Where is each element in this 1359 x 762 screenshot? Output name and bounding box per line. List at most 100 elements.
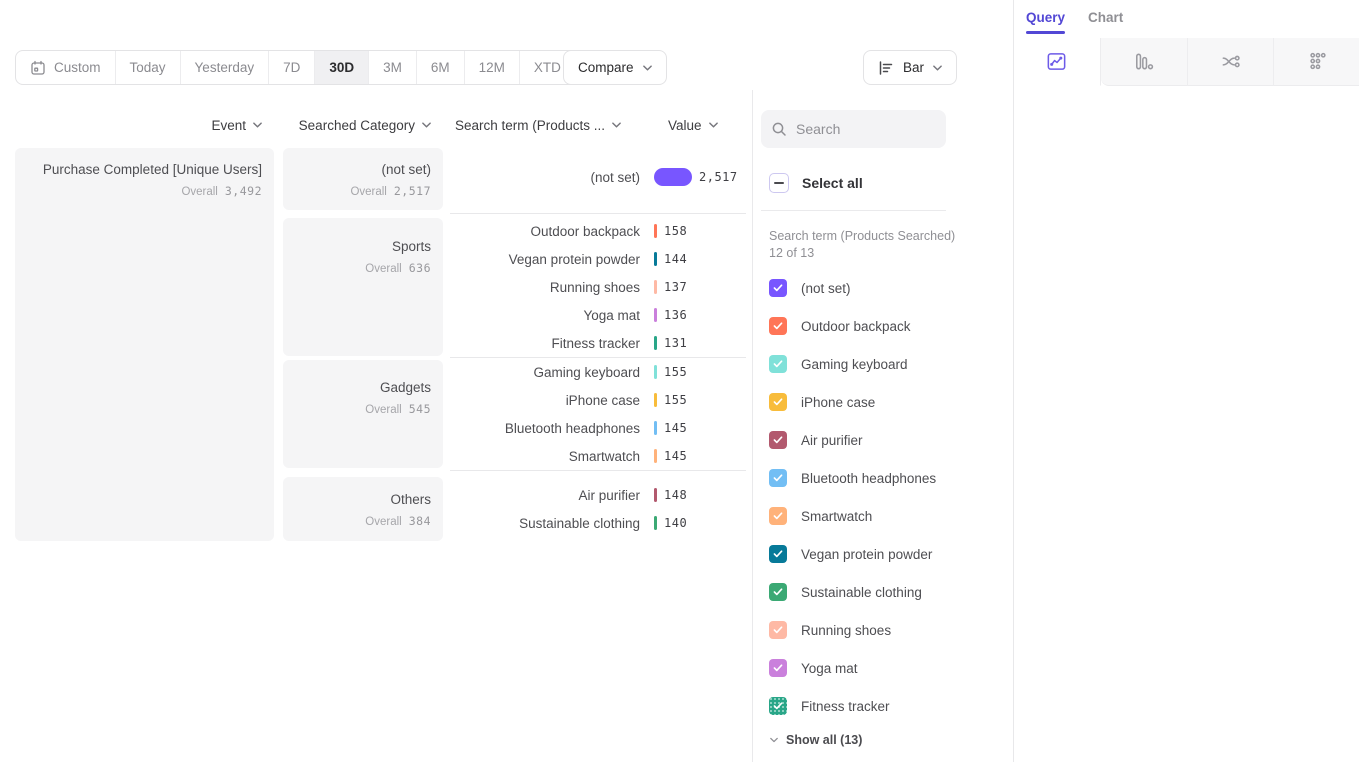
retention-icon	[1306, 50, 1329, 73]
legend-item[interactable]: Yoga mat	[769, 659, 936, 677]
value-text: 155	[664, 393, 687, 407]
term-label: Sustainable clothing	[450, 516, 640, 531]
legend-item-label: Sustainable clothing	[801, 585, 922, 600]
category-cell[interactable]: (not set) Overall 2,517	[283, 148, 443, 210]
checkbox-checked[interactable]	[769, 279, 787, 297]
checkbox-checked[interactable]	[769, 317, 787, 335]
chevron-down-icon	[422, 122, 431, 128]
category-overall: Overall 384	[283, 514, 431, 528]
table-row[interactable]: iPhone case 155	[450, 386, 750, 414]
checkbox-checked[interactable]	[769, 659, 787, 677]
term-label: Bluetooth headphones	[450, 421, 640, 436]
checkbox-checked[interactable]	[769, 621, 787, 639]
column-header-searched-category[interactable]: Searched Category	[283, 116, 443, 134]
table-row[interactable]: Sustainable clothing 140	[450, 509, 750, 537]
legend-item[interactable]: Running shoes	[769, 621, 936, 639]
category-overall: Overall 636	[283, 261, 431, 275]
tab-funnels[interactable]	[1101, 38, 1187, 86]
checkbox-checked[interactable]	[769, 393, 787, 411]
column-header-event[interactable]: Event	[15, 116, 274, 134]
term-rows-group: Gaming keyboard 155 iPhone case 155 Blue…	[450, 358, 750, 470]
select-all[interactable]: Select all	[769, 173, 863, 193]
term-rows-group: Air purifier 148 Sustainable clothing 14…	[450, 481, 750, 537]
legend-item-label: Gaming keyboard	[801, 357, 908, 372]
legend-list: (not set) Outdoor backpack Gaming keyboa…	[769, 279, 936, 715]
date-range-today[interactable]: Today	[115, 51, 180, 84]
overall-value: 3,492	[225, 184, 262, 198]
legend-item[interactable]: (not set)	[769, 279, 936, 297]
category-cell[interactable]: Sports Overall 636	[283, 218, 443, 356]
checkbox-checked[interactable]	[769, 583, 787, 601]
value-text: 131	[664, 336, 687, 350]
legend-item[interactable]: Fitness tracker	[769, 697, 936, 715]
legend-item[interactable]: Air purifier	[769, 431, 936, 449]
tab-retention[interactable]	[1273, 38, 1359, 86]
legend-item[interactable]: Smartwatch	[769, 507, 936, 525]
select-all-checkbox-indeterminate[interactable]	[769, 173, 789, 193]
table-row[interactable]: Yoga mat 136	[450, 301, 750, 329]
table-row[interactable]: (not set) 2,517	[450, 163, 750, 191]
tab-flows[interactable]	[1187, 38, 1274, 86]
table-row[interactable]: Gaming keyboard 155	[450, 358, 750, 386]
table-row[interactable]: Smartwatch 145	[450, 442, 750, 470]
value-text: 145	[664, 421, 687, 435]
chevron-down-icon	[612, 122, 621, 128]
table-row[interactable]: Outdoor backpack 158	[450, 217, 750, 245]
tab-insights[interactable]	[1014, 38, 1101, 86]
legend-search[interactable]	[761, 110, 946, 148]
date-range-custom[interactable]: Custom	[16, 51, 115, 84]
checkbox-checked[interactable]	[769, 355, 787, 373]
legend-item[interactable]: Bluetooth headphones	[769, 469, 936, 487]
column-header-search-term[interactable]: Search term (Products ...	[455, 116, 621, 134]
report-type-tabs	[1014, 38, 1359, 86]
legend-item[interactable]: Sustainable clothing	[769, 583, 936, 601]
value-text: 137	[664, 280, 687, 294]
search-input[interactable]	[796, 121, 926, 137]
legend-item[interactable]: Outdoor backpack	[769, 317, 936, 335]
active-tab-underline	[1026, 31, 1065, 34]
chart-type-button[interactable]: Bar	[863, 50, 957, 85]
checkbox-checked[interactable]	[769, 545, 787, 563]
divider	[752, 90, 753, 762]
date-range-3m[interactable]: 3M	[368, 51, 416, 84]
column-header-label: Searched Category	[299, 118, 415, 133]
date-range-7d[interactable]: 7D	[268, 51, 314, 84]
category-cell[interactable]: Others Overall 384	[283, 477, 443, 541]
legend-item[interactable]: iPhone case	[769, 393, 936, 411]
table-row[interactable]: Vegan protein powder 144	[450, 245, 750, 273]
table-row[interactable]: Bluetooth headphones 145	[450, 414, 750, 442]
table-row[interactable]: Running shoes 137	[450, 273, 750, 301]
category-cell[interactable]: Gadgets Overall 545	[283, 360, 443, 468]
legend-item[interactable]: Vegan protein powder	[769, 545, 936, 563]
show-all-toggle[interactable]: Show all (13)	[770, 733, 862, 747]
column-header-value[interactable]: Value	[668, 116, 718, 134]
category-name: Gadgets	[283, 379, 431, 397]
tab-query[interactable]: Query	[1026, 10, 1065, 25]
date-range-yesterday[interactable]: Yesterday	[180, 51, 269, 84]
event-cell[interactable]: Purchase Completed [Unique Users] Overal…	[15, 148, 274, 541]
chevron-down-icon	[643, 65, 652, 71]
legend-item-label: Outdoor backpack	[801, 319, 911, 334]
compare-label: Compare	[578, 60, 634, 75]
tab-chart[interactable]: Chart	[1088, 10, 1123, 25]
overall-label: Overall	[365, 263, 401, 275]
date-range-6m[interactable]: 6M	[416, 51, 464, 84]
column-header-label: Search term (Products ...	[455, 118, 605, 133]
table-row[interactable]: Fitness tracker 131	[450, 329, 750, 357]
legend-item[interactable]: Gaming keyboard	[769, 355, 936, 373]
checkbox-checked[interactable]	[769, 507, 787, 525]
indeterminate-dash	[774, 182, 784, 184]
term-label: Outdoor backpack	[450, 224, 640, 239]
checkbox-checked[interactable]	[769, 469, 787, 487]
calendar-icon	[30, 60, 46, 76]
date-range-12m[interactable]: 12M	[464, 51, 519, 84]
date-range-30d[interactable]: 30D	[314, 51, 368, 84]
legend-item-label: iPhone case	[801, 395, 875, 410]
divider	[450, 470, 746, 471]
checkbox-checked-patterned[interactable]	[769, 697, 787, 715]
table-row[interactable]: Air purifier 148	[450, 481, 750, 509]
compare-button[interactable]: Compare	[563, 50, 667, 85]
value-text: 145	[664, 449, 687, 463]
value-bar	[654, 449, 657, 463]
checkbox-checked[interactable]	[769, 431, 787, 449]
